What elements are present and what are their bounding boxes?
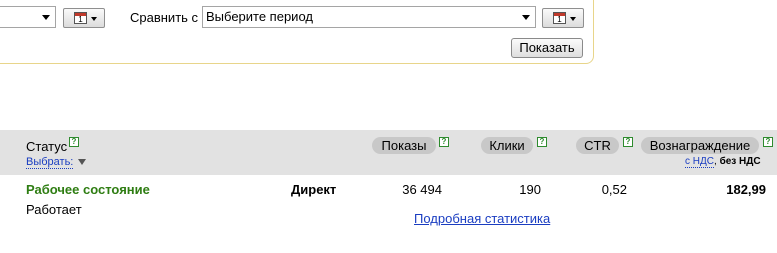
chevron-down-icon (91, 17, 97, 21)
row-reward: 182,99 (726, 182, 766, 197)
period-select[interactable] (0, 6, 56, 28)
compare-calendar-button[interactable]: 1 (542, 8, 584, 28)
column-clicks[interactable]: Клики (481, 137, 533, 154)
vat-switch: с НДС, без НДС (685, 156, 761, 168)
vat-without-label: без НДС (719, 156, 761, 167)
calendar-day: 1 (557, 15, 562, 24)
vat-separator: , (714, 156, 717, 167)
period-calendar-button[interactable]: 1 (63, 8, 105, 28)
compare-select-value: Выберите период (206, 9, 313, 24)
status-select-link[interactable]: Выбрать: (26, 156, 74, 169)
row-product: Директ (291, 182, 337, 197)
row-clicks: 190 (519, 182, 541, 197)
row-ctr: 0,52 (601, 182, 627, 197)
row-shows: 36 494 (402, 182, 442, 197)
compare-label: Сравнить с (130, 10, 199, 25)
vat-with-link[interactable]: с НДС (685, 156, 714, 168)
chevron-down-icon[interactable] (78, 159, 86, 165)
detail-statistics-link[interactable]: Подробная статистика (414, 211, 550, 226)
help-icon[interactable]: ? (69, 137, 79, 147)
column-shows[interactable]: Показы (372, 137, 436, 154)
chevron-down-icon (570, 17, 576, 21)
column-ctr[interactable]: CTR (576, 137, 619, 154)
show-button[interactable]: Показать (511, 38, 583, 58)
column-reward[interactable]: Вознаграждение (641, 137, 759, 154)
compare-select[interactable]: Выберите период (202, 6, 536, 28)
calendar-icon: 1 (74, 12, 87, 24)
status-header: Статус (26, 139, 68, 154)
help-icon[interactable]: ? (763, 137, 773, 147)
row-title: Рабочее состояние (26, 182, 150, 197)
help-icon[interactable]: ? (439, 137, 449, 147)
calendar-icon: 1 (553, 12, 566, 24)
chevron-down-icon (42, 15, 50, 20)
help-icon[interactable]: ? (537, 137, 547, 147)
calendar-day: 1 (78, 15, 83, 24)
row-subtitle: Работает (26, 202, 82, 217)
help-icon[interactable]: ? (623, 137, 633, 147)
chevron-down-icon (522, 15, 530, 20)
